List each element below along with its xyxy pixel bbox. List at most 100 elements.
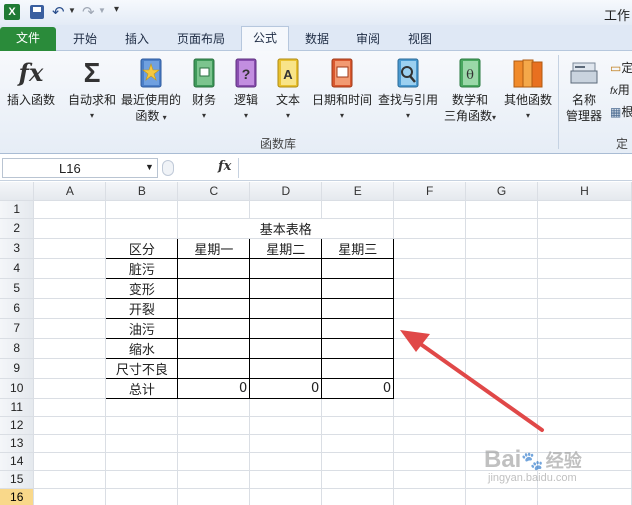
cell[interactable] bbox=[321, 488, 395, 505]
autosum-button[interactable]: Σ 自动求和 ▾ bbox=[64, 57, 120, 124]
cell[interactable] bbox=[537, 416, 632, 435]
cell[interactable] bbox=[537, 298, 632, 319]
tab-page-layout[interactable]: 页面布局 bbox=[168, 28, 234, 51]
total-monday-cell[interactable]: 0 bbox=[177, 377, 251, 399]
column-header-f[interactable]: F bbox=[393, 182, 467, 201]
cell[interactable] bbox=[393, 470, 467, 489]
tab-formulas[interactable]: 公式 bbox=[241, 26, 289, 52]
math-trig-button[interactable]: θ 数学和 三角函数▾ bbox=[440, 57, 500, 126]
cell[interactable] bbox=[393, 278, 467, 299]
cell[interactable] bbox=[249, 416, 323, 435]
column-header-b[interactable]: B bbox=[105, 182, 179, 201]
text-dropdown-icon[interactable]: ▾ bbox=[270, 108, 306, 124]
financial-button[interactable]: 财务 ▾ bbox=[186, 57, 222, 124]
cell[interactable] bbox=[249, 452, 323, 471]
formula-bar-grip-icon[interactable] bbox=[162, 160, 174, 176]
total-tuesday-cell[interactable]: 0 bbox=[249, 377, 323, 399]
cell[interactable] bbox=[33, 378, 107, 399]
recently-used-button[interactable]: 最近使用的 函数 ▾ bbox=[120, 57, 182, 126]
cell[interactable] bbox=[177, 337, 251, 359]
cell[interactable] bbox=[105, 488, 179, 505]
cell[interactable] bbox=[177, 257, 251, 279]
row-header[interactable]: 15 bbox=[0, 470, 35, 489]
cell[interactable] bbox=[177, 317, 251, 339]
name-manager-button[interactable]: 名称 管理器 bbox=[562, 57, 606, 124]
cell[interactable] bbox=[177, 277, 251, 299]
cell[interactable] bbox=[393, 434, 467, 453]
cell[interactable] bbox=[393, 238, 467, 259]
cell[interactable] bbox=[177, 416, 251, 435]
cell[interactable] bbox=[393, 200, 467, 219]
header-cell-wednesday[interactable]: 星期三 bbox=[321, 237, 395, 259]
header-cell-category[interactable]: 区分 bbox=[105, 237, 179, 259]
row-header[interactable]: 2 bbox=[0, 218, 35, 239]
header-cell-tuesday[interactable]: 星期二 bbox=[249, 237, 323, 259]
undo-dropdown-icon[interactable]: ▼ bbox=[68, 6, 76, 15]
cell[interactable] bbox=[321, 317, 395, 339]
cell[interactable] bbox=[393, 488, 467, 505]
cell[interactable] bbox=[321, 357, 395, 379]
tab-review[interactable]: 审阅 bbox=[346, 28, 390, 51]
cell[interactable] bbox=[465, 200, 539, 219]
cell[interactable] bbox=[33, 470, 107, 489]
date-time-dropdown-icon[interactable]: ▾ bbox=[310, 108, 374, 124]
tab-data[interactable]: 数据 bbox=[296, 28, 338, 51]
cell[interactable] bbox=[393, 258, 467, 279]
column-header-e[interactable]: E bbox=[321, 182, 395, 201]
tab-insert[interactable]: 插入 bbox=[114, 28, 160, 51]
cell[interactable] bbox=[537, 218, 632, 239]
cell[interactable] bbox=[33, 358, 107, 379]
use-in-formula-item[interactable]: fx用 bbox=[610, 81, 630, 98]
more-functions-dropdown-icon[interactable]: ▾ bbox=[500, 108, 556, 124]
cell[interactable] bbox=[33, 218, 107, 239]
column-header-g[interactable]: G bbox=[465, 182, 539, 201]
column-header-h[interactable]: H bbox=[537, 182, 632, 201]
cell[interactable] bbox=[177, 297, 251, 319]
create-from-selection-item[interactable]: ▦根 bbox=[610, 103, 632, 120]
cell[interactable] bbox=[33, 200, 107, 219]
math-trig-dropdown-icon[interactable]: ▾ bbox=[492, 113, 496, 122]
cell[interactable] bbox=[465, 278, 539, 299]
row-header[interactable]: 1 bbox=[0, 200, 35, 219]
cell[interactable] bbox=[249, 357, 323, 379]
autosum-dropdown-icon[interactable]: ▾ bbox=[64, 108, 120, 124]
cell[interactable] bbox=[321, 337, 395, 359]
row-header[interactable]: 7 bbox=[0, 318, 35, 339]
cell[interactable] bbox=[465, 298, 539, 319]
lookup-reference-button[interactable]: 查找与引用 ▾ bbox=[376, 57, 440, 124]
row-header[interactable]: 8 bbox=[0, 338, 35, 359]
cell[interactable] bbox=[465, 258, 539, 279]
row-header[interactable]: 5 bbox=[0, 278, 35, 299]
tab-file[interactable]: 文件 bbox=[0, 27, 56, 51]
cell[interactable] bbox=[105, 452, 179, 471]
cell[interactable] bbox=[321, 416, 395, 435]
cell[interactable] bbox=[177, 452, 251, 471]
cell[interactable] bbox=[33, 338, 107, 359]
row-header[interactable]: 3 bbox=[0, 238, 35, 259]
cell[interactable] bbox=[33, 434, 107, 453]
cell[interactable] bbox=[33, 398, 107, 417]
cell[interactable] bbox=[465, 488, 539, 505]
logical-button[interactable]: ? 逻辑 ▾ bbox=[228, 57, 264, 124]
cell[interactable] bbox=[177, 470, 251, 489]
cell[interactable] bbox=[537, 488, 632, 505]
undo-icon[interactable]: ↶ bbox=[52, 3, 65, 21]
category-cell[interactable]: 尺寸不良 bbox=[105, 357, 179, 379]
logical-dropdown-icon[interactable]: ▾ bbox=[228, 108, 264, 124]
cell[interactable] bbox=[249, 337, 323, 359]
cell[interactable] bbox=[249, 434, 323, 453]
row-header[interactable]: 12 bbox=[0, 416, 35, 435]
cell[interactable] bbox=[249, 317, 323, 339]
cell[interactable] bbox=[537, 358, 632, 379]
category-cell[interactable]: 脏污 bbox=[105, 257, 179, 279]
insert-function-button[interactable]: fx 插入函数 bbox=[2, 57, 60, 108]
cell[interactable] bbox=[321, 277, 395, 299]
cell[interactable] bbox=[537, 200, 632, 219]
table-title-cell[interactable]: 基本表格 bbox=[177, 218, 395, 239]
row-header[interactable]: 14 bbox=[0, 452, 35, 471]
redo-icon[interactable]: ↷ bbox=[82, 3, 95, 21]
insert-function-fx-icon[interactable]: fx bbox=[218, 159, 231, 174]
row-header[interactable]: 10 bbox=[0, 378, 35, 399]
cell[interactable] bbox=[249, 470, 323, 489]
category-cell[interactable]: 油污 bbox=[105, 317, 179, 339]
